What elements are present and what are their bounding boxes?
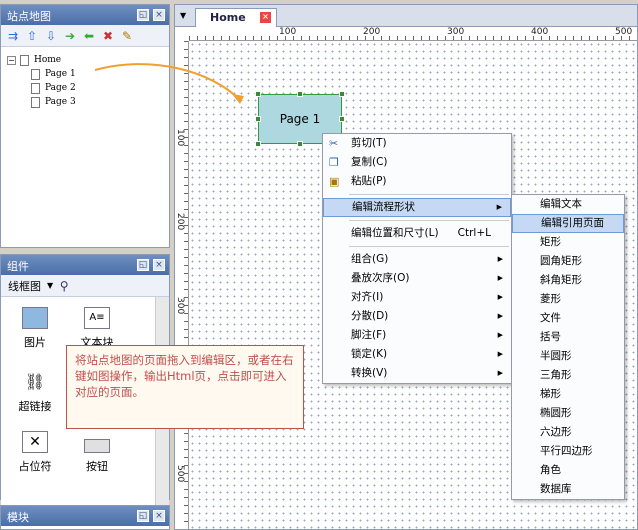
menu-label: 锁定(K): [351, 348, 388, 360]
paste-icon: ▣: [329, 175, 340, 188]
menu-item-edit-flow-shape[interactable]: 编辑流程形状 ▶: [323, 198, 511, 217]
submenu-item[interactable]: 半圆形: [512, 347, 624, 366]
submenu-item[interactable]: 圆角矩形: [512, 252, 624, 271]
menu-item-copy[interactable]: ❐ 复制(C): [323, 153, 511, 172]
flow-shape-submenu: 编辑文本 编辑引用页面 矩形 圆角矩形 斜角矩形 菱形 文件 括号 半圆形 三角…: [511, 194, 625, 500]
menu-label: 脚注(F): [351, 329, 387, 341]
submenu-arrow-icon: ▶: [497, 255, 503, 263]
submenu-arrow-icon: ▶: [497, 312, 503, 320]
menu-item-lock[interactable]: 锁定(K) ▶: [323, 345, 511, 364]
submenu-item[interactable]: 椭圆形: [512, 404, 624, 423]
menu-item-convert[interactable]: 转换(V) ▶: [323, 364, 511, 383]
submenu-item[interactable]: 梯形: [512, 385, 624, 404]
menu-label: 转换(V): [351, 367, 388, 379]
menu-label: 分散(D): [351, 310, 389, 322]
menu-label: 编辑位置和尺寸(L): [351, 227, 439, 239]
menu-label: 复制(C): [351, 156, 388, 168]
menu-item-distribute[interactable]: 分散(D) ▶: [323, 307, 511, 326]
submenu-item[interactable]: 六边形: [512, 423, 624, 442]
submenu-item-edit-ref-page[interactable]: 编辑引用页面: [512, 214, 624, 233]
menu-label: 组合(G): [351, 253, 389, 265]
submenu-item[interactable]: 文件: [512, 309, 624, 328]
menu-label: 编辑流程形状: [352, 201, 415, 213]
submenu-arrow-icon: ▶: [496, 203, 502, 211]
submenu-item[interactable]: 编辑文本: [512, 195, 624, 214]
menu-item-group[interactable]: 组合(G) ▶: [323, 250, 511, 269]
menu-label: 对齐(I): [351, 291, 384, 303]
menu-separator: [349, 220, 509, 221]
menu-item-order[interactable]: 叠放次序(O) ▶: [323, 269, 511, 288]
menu-separator: [349, 246, 509, 247]
submenu-arrow-icon: ▶: [497, 274, 503, 282]
menu-item-footnote[interactable]: 脚注(F) ▶: [323, 326, 511, 345]
menu-item-paste[interactable]: ▣ 粘贴(P): [323, 172, 511, 191]
context-menu: ✂ 剪切(T) ❐ 复制(C) ▣ 粘贴(P) 编辑流程形状 ▶ 编辑位置和尺寸(L) C…: [322, 133, 512, 384]
copy-icon: ❐: [329, 156, 339, 169]
annotation-callout: 将站点地图的页面拖入到编辑区，或者在右键如图操作，输出Html页，点击即可进入对…: [66, 345, 304, 429]
menu-label: 叠放次序(O): [351, 272, 410, 284]
submenu-item[interactable]: 平行四边形: [512, 442, 624, 461]
submenu-item[interactable]: 三角形: [512, 366, 624, 385]
submenu-arrow-icon: ▶: [497, 350, 503, 358]
submenu-item[interactable]: 括号: [512, 328, 624, 347]
menu-label: 剪切(T): [351, 137, 387, 149]
submenu-item[interactable]: 菱形: [512, 290, 624, 309]
menu-separator: [349, 194, 509, 195]
submenu-item[interactable]: 角色: [512, 461, 624, 480]
menu-item-cut[interactable]: ✂ 剪切(T): [323, 134, 511, 153]
menu-label: 粘贴(P): [351, 175, 387, 187]
callout-text: 将站点地图的页面拖入到编辑区，或者在右键如图操作，输出Html页，点击即可进入对…: [75, 353, 294, 399]
cut-icon: ✂: [329, 137, 339, 150]
submenu-item[interactable]: 矩形: [512, 233, 624, 252]
menu-shortcut: Ctrl+L: [457, 227, 491, 239]
submenu-arrow-icon: ▶: [497, 331, 503, 339]
submenu-item[interactable]: 数据库: [512, 480, 624, 499]
submenu-item[interactable]: 斜角矩形: [512, 271, 624, 290]
submenu-arrow-icon: ▶: [497, 369, 503, 377]
submenu-arrow-icon: ▶: [497, 293, 503, 301]
menu-item-edit-position-size[interactable]: 编辑位置和尺寸(L) Ctrl+L: [323, 224, 511, 243]
menu-item-align[interactable]: 对齐(I) ▶: [323, 288, 511, 307]
